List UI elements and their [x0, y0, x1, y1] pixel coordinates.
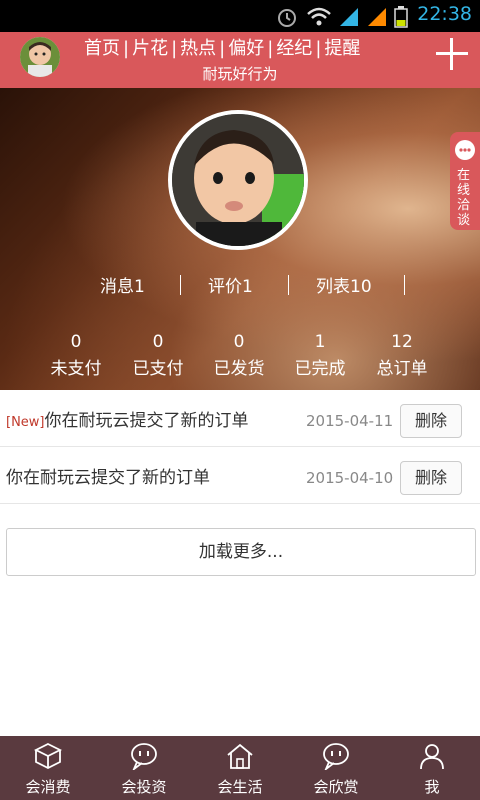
tab-consume[interactable]: 会消费 [0, 736, 96, 800]
nav-item-hot[interactable]: 热点 [180, 38, 216, 59]
nav-separator: | [267, 38, 274, 59]
nav-item-preferences[interactable]: 偏好 [228, 38, 264, 59]
order-count-shipped[interactable]: 0 已发货 [199, 332, 279, 379]
message-date: 2015-04-10 [306, 469, 394, 487]
online-chat-button[interactable]: 在线洽谈 [450, 132, 480, 230]
tab-invest[interactable]: 会投资 [96, 736, 192, 800]
header-subtitle: 耐玩好行为 [202, 65, 278, 83]
delete-button[interactable]: 删除 [400, 404, 462, 438]
tab-label: 会欣赏 [313, 778, 359, 796]
order-count-unpaid[interactable]: 0 未支付 [36, 332, 116, 379]
list-item[interactable]: [New]你在耐玩云提交了新的订单 2015-04-11 删除 [0, 390, 480, 447]
count-value: 12 [391, 332, 413, 352]
stat-divider [404, 275, 405, 295]
nav-item-trailers[interactable]: 片花 [132, 38, 168, 59]
bottom-tab-bar: 会消费 会投资 会生活 会欣赏 我 [0, 736, 480, 800]
wifi-icon [307, 7, 331, 26]
chat-bubble-icon [131, 743, 157, 770]
status-time: 22:38 [417, 3, 472, 25]
profile-image [172, 114, 304, 246]
tab-label: 会生活 [217, 778, 263, 796]
profile-photo[interactable] [168, 110, 308, 250]
top-bar: 首页 | 片花 | 热点 | 偏好 | 经纪 | 提醒 耐玩好行为 [0, 32, 480, 88]
count-label: 未支付 [50, 359, 102, 379]
count-label: 已发货 [213, 359, 265, 379]
message-list: [New]你在耐玩云提交了新的订单 2015-04-11 删除 你在耐玩云提交了… [0, 390, 480, 504]
order-count-total[interactable]: 12 总订单 [362, 332, 442, 379]
count-value: 0 [233, 332, 245, 352]
list-item[interactable]: 你在耐玩云提交了新的订单 2015-04-10 删除 [0, 447, 480, 504]
delete-button[interactable]: 删除 [400, 461, 462, 495]
tab-me[interactable]: 我 [384, 736, 480, 800]
message-text: [New]你在耐玩云提交了新的订单 [6, 406, 249, 431]
count-value: 0 [70, 332, 82, 352]
chat-label: 在线洽谈 [457, 168, 471, 228]
load-more-button[interactable]: 加载更多... [6, 528, 476, 576]
alarm-icon [278, 9, 296, 27]
profile-stats: 消息1 评价1 列表10 [0, 272, 480, 298]
nav-separator: | [315, 38, 322, 59]
stat-divider [288, 275, 289, 295]
tab-label: 我 [424, 778, 440, 796]
battery-icon [394, 6, 408, 28]
tab-label: 会消费 [25, 778, 71, 796]
order-count-paid[interactable]: 0 已支付 [118, 332, 198, 379]
nav-item-home[interactable]: 首页 [84, 38, 120, 59]
message-body: 你在耐玩云提交了新的订单 [6, 468, 210, 488]
tab-life[interactable]: 会生活 [192, 736, 288, 800]
profile-header: 消息1 评价1 列表10 0 未支付 0 已支付 0 已发货 1 已完成 12 … [0, 88, 480, 390]
nav-item-reminders[interactable]: 提醒 [324, 38, 360, 59]
count-label: 已完成 [294, 359, 346, 379]
cube-icon [33, 742, 63, 770]
messages-stat[interactable]: 消息1 [100, 272, 145, 297]
message-date: 2015-04-11 [306, 412, 394, 430]
add-icon[interactable] [434, 36, 470, 72]
new-badge: [New] [6, 415, 45, 430]
nav-separator: | [219, 38, 226, 59]
signal-icon [340, 8, 358, 26]
top-nav: 首页 | 片花 | 热点 | 偏好 | 经纪 | 提醒 [84, 34, 360, 60]
stat-divider [180, 275, 181, 295]
nav-separator: | [123, 38, 130, 59]
count-label: 已支付 [132, 359, 184, 379]
nav-separator: | [171, 38, 178, 59]
order-count-completed[interactable]: 1 已完成 [280, 332, 360, 379]
house-icon [227, 743, 253, 769]
signal-icon [368, 8, 386, 26]
list-stat[interactable]: 列表10 [316, 272, 372, 297]
status-bar: 22:38 [0, 0, 480, 32]
tab-appreciate[interactable]: 会欣赏 [288, 736, 384, 800]
reviews-stat[interactable]: 评价1 [208, 272, 253, 297]
count-value: 0 [152, 332, 164, 352]
tab-label: 会投资 [121, 778, 167, 796]
count-label: 总订单 [376, 359, 428, 379]
nav-item-agency[interactable]: 经纪 [276, 38, 312, 59]
message-body: 你在耐玩云提交了新的订单 [44, 411, 249, 431]
message-text: 你在耐玩云提交了新的订单 [6, 463, 210, 488]
chat-bubble-icon [323, 743, 349, 770]
chat-icon [455, 140, 475, 160]
person-icon [420, 744, 444, 770]
count-value: 1 [314, 332, 326, 352]
